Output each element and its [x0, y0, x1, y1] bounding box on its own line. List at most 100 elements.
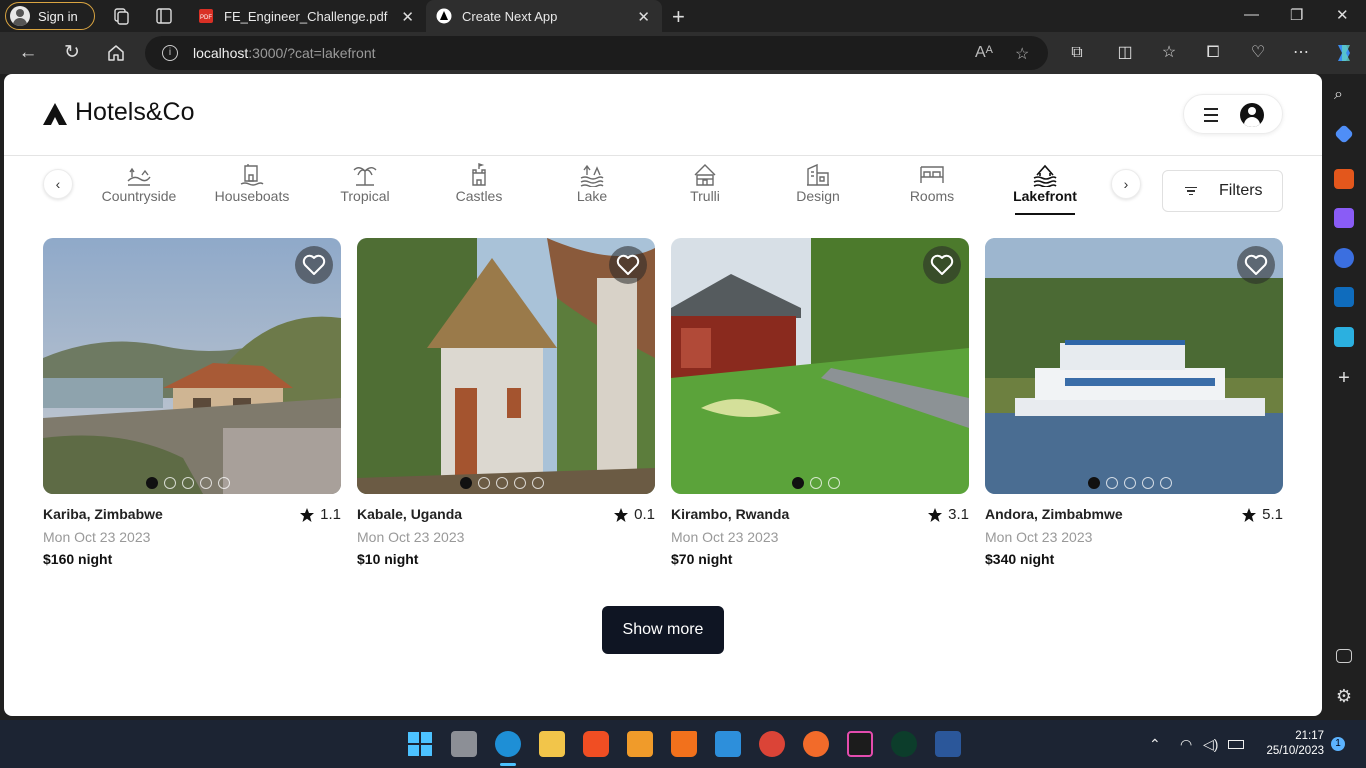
filters-button[interactable]: Filters	[1162, 170, 1283, 212]
shopping-icon[interactable]	[1334, 124, 1354, 144]
tab-actions-icon[interactable]	[155, 7, 173, 25]
carousel-dot[interactable]	[496, 477, 508, 489]
category-tropical[interactable]: Tropical	[310, 163, 420, 213]
performance-icon[interactable]: ♡	[1248, 43, 1268, 63]
show-hidden-icons-icon[interactable]: ⌃	[1149, 736, 1161, 753]
hide-sidebar-icon[interactable]	[1336, 649, 1352, 663]
task-view-icon[interactable]	[451, 731, 477, 757]
copilot-icon[interactable]	[1332, 41, 1356, 65]
show-more-button[interactable]: Show more	[602, 606, 724, 654]
scroll-right-button[interactable]: ›	[1111, 169, 1141, 199]
carousel-dot[interactable]	[200, 477, 212, 489]
battery-icon[interactable]	[1228, 740, 1244, 749]
carousel-dot[interactable]	[1160, 477, 1172, 489]
more-menu-icon[interactable]: ⋯	[1291, 43, 1311, 63]
new-tab-icon[interactable]: +	[672, 4, 685, 30]
user-menu-button[interactable]	[1183, 94, 1283, 134]
listing-card[interactable]: Andora, Zimbabmwe 5.1 Mon Oct 23 2023 $3…	[985, 238, 1283, 567]
search-icon[interactable]: ⌕	[1334, 86, 1354, 106]
category-trulli[interactable]: Trulli	[650, 163, 760, 213]
wifi-icon[interactable]: ◠	[1180, 736, 1192, 753]
listing-card[interactable]: Kariba, Zimbabwe 1.1 Mon Oct 23 2023 $16…	[43, 238, 341, 567]
site-logo-text[interactable]: Hotels&Co	[75, 98, 195, 127]
games-icon[interactable]	[1334, 208, 1354, 228]
carousel-dot[interactable]	[1106, 477, 1118, 489]
category-lake[interactable]: Lake	[537, 163, 647, 213]
minimize-icon[interactable]: —	[1244, 6, 1259, 23]
carousel-dot[interactable]	[182, 477, 194, 489]
home-icon[interactable]	[106, 43, 126, 63]
category-design[interactable]: Design	[763, 163, 873, 213]
mongodb-compass-icon[interactable]	[891, 731, 917, 757]
extensions-icon[interactable]: ⧉	[1067, 43, 1087, 63]
site-info-icon[interactable]: i	[162, 45, 178, 61]
carousel-dot[interactable]	[1088, 477, 1100, 489]
sublime-text-icon[interactable]	[627, 731, 653, 757]
scroll-left-button[interactable]: ‹	[43, 169, 73, 199]
tools-icon[interactable]	[1334, 169, 1354, 189]
carousel-dot[interactable]	[218, 477, 230, 489]
listing-photo[interactable]	[357, 238, 655, 494]
chrome-icon[interactable]	[759, 731, 785, 757]
favorite-heart-button[interactable]	[609, 246, 647, 284]
settings-gear-icon[interactable]: ⚙	[1334, 686, 1354, 706]
logo-icon[interactable]	[42, 102, 68, 126]
read-aloud-icon[interactable]: Aᴬ	[975, 44, 993, 62]
back-icon[interactable]: ←	[16, 41, 40, 65]
listing-photo[interactable]	[671, 238, 969, 494]
close-tab-icon[interactable]: ✕	[401, 8, 414, 26]
sign-in-button[interactable]: Sign in	[5, 2, 95, 30]
listing-photo[interactable]	[43, 238, 341, 494]
carousel-dot[interactable]	[146, 477, 158, 489]
outlook-icon[interactable]	[1334, 287, 1354, 307]
volume-icon[interactable]: ◁)	[1203, 736, 1218, 753]
drop-icon[interactable]	[1334, 327, 1354, 347]
close-tab-icon[interactable]: ✕	[637, 8, 650, 26]
edge-browser-icon[interactable]	[495, 731, 521, 757]
carousel-dot[interactable]	[810, 477, 822, 489]
vlc-player-icon[interactable]	[671, 731, 697, 757]
carousel-dot[interactable]	[828, 477, 840, 489]
windows-start-icon[interactable]	[407, 731, 433, 757]
brave-browser-icon[interactable]	[583, 731, 609, 757]
system-clock[interactable]: 21:17 25/10/2023	[1256, 729, 1324, 759]
refresh-icon[interactable]: ↻	[60, 41, 84, 65]
tab-create-next-app[interactable]: Create Next App ✕	[426, 0, 662, 32]
notification-badge[interactable]: 1	[1331, 737, 1345, 751]
intellij-icon[interactable]	[847, 731, 873, 757]
favorite-heart-button[interactable]	[1237, 246, 1275, 284]
microsoft-365-icon[interactable]	[1334, 248, 1354, 268]
split-screen-icon[interactable]: ◫	[1115, 43, 1135, 63]
listing-photo[interactable]	[985, 238, 1283, 494]
address-bar[interactable]: i localhost:3000/?cat=lakefront Aᴬ ☆	[145, 36, 1048, 70]
vs-code-icon[interactable]	[715, 731, 741, 757]
postman-icon[interactable]	[803, 731, 829, 757]
category-castles[interactable]: Castles	[424, 163, 534, 213]
carousel-dot[interactable]	[792, 477, 804, 489]
listing-card[interactable]: Kirambo, Rwanda 3.1 Mon Oct 23 2023 $70 …	[671, 238, 969, 567]
category-rooms[interactable]: Rooms	[877, 163, 987, 213]
carousel-dot[interactable]	[1124, 477, 1136, 489]
workspaces-icon[interactable]	[112, 7, 130, 25]
close-window-icon[interactable]: ✕	[1336, 6, 1349, 24]
carousel-dot[interactable]	[478, 477, 490, 489]
carousel-dot[interactable]	[164, 477, 176, 489]
word-icon[interactable]	[935, 731, 961, 757]
carousel-dot[interactable]	[532, 477, 544, 489]
file-explorer-icon[interactable]	[539, 731, 565, 757]
restore-icon[interactable]: ❐	[1290, 6, 1303, 24]
listing-card[interactable]: Kabale, Uganda 0.1 Mon Oct 23 2023 $10 n…	[357, 238, 655, 567]
carousel-dot[interactable]	[1142, 477, 1154, 489]
carousel-dot[interactable]	[460, 477, 472, 489]
category-houseboats[interactable]: Houseboats	[197, 163, 307, 213]
add-icon[interactable]: +	[1334, 368, 1354, 388]
category-lakefront[interactable]: Lakefront	[990, 163, 1100, 215]
favorites-icon[interactable]: ☆	[1159, 43, 1179, 63]
carousel-dot[interactable]	[514, 477, 526, 489]
favorite-heart-button[interactable]	[923, 246, 961, 284]
favorite-heart-button[interactable]	[295, 246, 333, 284]
tab-pdf[interactable]: PDF FE_Engineer_Challenge.pdf ✕	[188, 0, 426, 32]
category-countryside[interactable]: Countryside	[84, 163, 194, 213]
collections-icon[interactable]: ⧠	[1203, 43, 1223, 63]
favorite-star-icon[interactable]: ☆	[1015, 44, 1029, 64]
